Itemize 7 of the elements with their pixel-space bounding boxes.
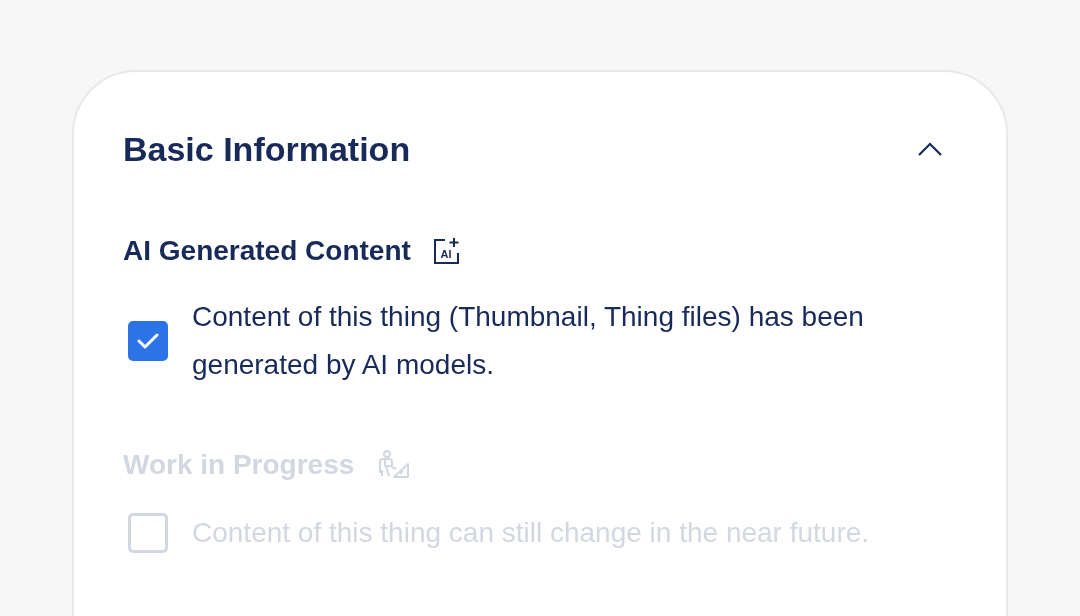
field-title: AI Generated Content: [123, 235, 411, 267]
checkbox-label: Content of this thing (Thumbnail, Thing files) has been generated by AI models.: [192, 300, 865, 382]
person-with-triangle-icon: [376, 450, 411, 480]
checkmark-icon: [137, 333, 159, 349]
section-title: Basic Information: [123, 129, 411, 169]
chevron-up-icon: [918, 142, 942, 156]
checkbox[interactable]: [128, 321, 168, 361]
